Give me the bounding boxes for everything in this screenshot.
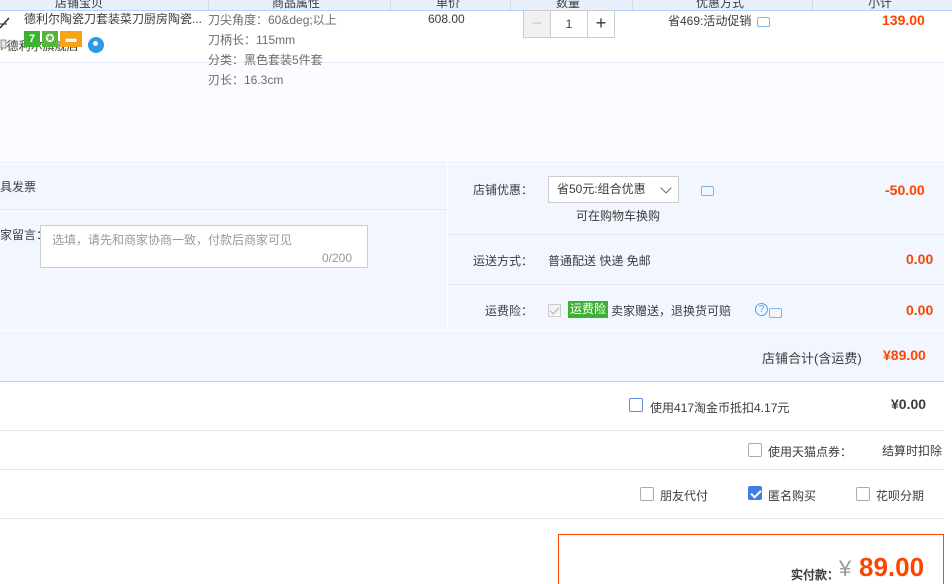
attr-blade-length: 刃长：16.3cm	[208, 73, 284, 87]
friend-pay-label[interactable]: 朋友代付	[660, 487, 708, 504]
increase-quantity-button[interactable]: +	[587, 10, 615, 38]
invoice-label: 具发票	[0, 180, 37, 194]
comment-icon[interactable]	[757, 16, 771, 27]
divider	[448, 284, 944, 285]
comment-icon[interactable]	[769, 307, 783, 318]
shop-discount-selected: 省50元:组合优惠	[557, 182, 646, 196]
tmall-points-checkbox[interactable]	[748, 443, 762, 457]
insurance-text: 卖家赠送，退换货可赔	[611, 304, 732, 318]
header-divider	[632, 0, 633, 10]
shop-total-label: 店铺合计(含运费)	[762, 351, 862, 366]
decrease-quantity-button[interactable]: −	[523, 10, 551, 38]
shop-total-value: ¥89.00	[883, 347, 926, 363]
divider	[0, 518, 944, 519]
shop-discount-label: 店铺优惠：	[473, 183, 534, 197]
message-placeholder: 选填，请先和商家协商一致，付款后商家可见	[52, 233, 293, 247]
insurance-checkbox[interactable]	[548, 304, 561, 317]
item-subtotal: 139.00	[882, 12, 925, 28]
attr-blade-angle: 刀尖角度：60&deg;以上	[208, 13, 337, 27]
insurance-label: 运费险：	[485, 304, 534, 318]
header-col-subtotal: 小计	[868, 0, 893, 10]
comment-icon[interactable]	[701, 185, 714, 196]
chevron-down-icon	[660, 182, 672, 194]
service-badges: 7 ✪ ▬	[24, 31, 84, 47]
huabei-installment-checkbox[interactable]	[856, 487, 870, 501]
shop-discount-value: -50.00	[885, 182, 925, 198]
divider	[0, 430, 944, 431]
quantity-stepper: − 1 +	[523, 10, 615, 38]
friend-pay-checkbox[interactable]	[640, 487, 654, 501]
shipping-price: 0.00	[906, 251, 934, 267]
tmall-points-text[interactable]: 使用天猫点券：	[768, 443, 852, 460]
divider	[448, 234, 944, 235]
header-divider	[208, 0, 209, 10]
header-col-promo: 优惠方式	[696, 0, 745, 10]
product-attributes: 刀尖角度：60&deg;以上 刀柄长：115mm 分类：黑色套装5件套 刃长：1…	[208, 10, 337, 90]
payment-currency: ¥	[839, 556, 852, 581]
anonymous-purchase-label[interactable]: 匿名购买	[768, 487, 816, 504]
certified-icon[interactable]: ✪	[42, 31, 58, 47]
attr-category: 分类：黑色套装5件套	[208, 53, 323, 67]
taobao-coin-checkbox[interactable]	[629, 398, 643, 412]
unit-price: 608.00	[428, 12, 465, 26]
payment-amount: 89.00	[859, 552, 925, 582]
header-divider	[812, 0, 813, 10]
shop-discount-select[interactable]: 省50元:组合优惠	[548, 176, 679, 203]
shipping-label: 运送方式：	[473, 254, 534, 268]
promotion-info: 省469:活动促销	[668, 12, 771, 29]
credit-card-icon[interactable]: ▬	[60, 31, 82, 47]
help-icon[interactable]: ?	[755, 303, 768, 316]
item-row	[0, 62, 944, 163]
huabei-installment-label[interactable]: 花呗分期	[876, 487, 924, 504]
message-char-count: 0/200	[322, 251, 353, 265]
shipping-method: 普通配送 快递 免邮	[548, 254, 651, 268]
wangwang-chat-icon[interactable]	[88, 36, 105, 53]
payment-label: 实付款：	[791, 568, 840, 582]
anonymous-purchase-checkbox[interactable]	[748, 486, 762, 500]
header-divider	[390, 0, 391, 10]
seven-day-return-icon[interactable]: 7	[24, 31, 40, 47]
insurance-price: 0.00	[906, 302, 934, 318]
divider	[0, 469, 944, 470]
shop-discount-note[interactable]: 可在购物车换购	[576, 207, 660, 224]
insurance-tag: 运费险	[568, 301, 609, 318]
header-col-price: 单价	[436, 0, 461, 10]
attr-handle-length: 刀柄长：115mm	[208, 33, 296, 47]
taobao-coin-text[interactable]: 使用417淘金币抵扣4.17元	[650, 399, 789, 416]
product-thumbnail[interactable]	[0, 10, 12, 50]
tmall-points-note: 结算时扣除	[882, 444, 943, 458]
quantity-input[interactable]: 1	[551, 10, 587, 38]
taobao-coin-value: ¥0.00	[891, 396, 927, 412]
product-title-link[interactable]: 德利尔陶瓷刀套装菜刀厨房陶瓷...	[24, 10, 204, 27]
header-divider	[510, 0, 511, 10]
promotion-text: 省469:活动促销	[668, 14, 752, 28]
